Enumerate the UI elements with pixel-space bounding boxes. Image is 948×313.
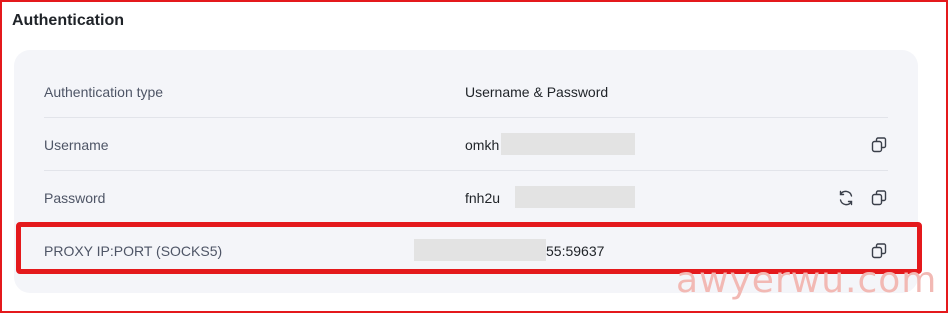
authentication-panel: Authentication type Username & Password … <box>14 50 918 293</box>
auth-type-label: Authentication type <box>44 84 164 100</box>
password-value: fnh2u <box>465 190 501 206</box>
proxy-ip-redaction <box>414 239 546 261</box>
password-row: Password fnh2u <box>44 172 888 224</box>
copy-icon[interactable] <box>870 242 888 260</box>
password-label: Password <box>44 190 106 206</box>
auth-type-row: Authentication type Username & Password <box>44 66 888 118</box>
watermark: awyerwu.com <box>676 260 938 301</box>
copy-icon[interactable] <box>870 189 888 207</box>
username-row: Username omkh <box>44 119 888 171</box>
copy-icon[interactable] <box>870 136 888 154</box>
username-label: Username <box>44 137 109 153</box>
username-value: omkh <box>465 137 500 153</box>
proxy-port-value: 55:59637 <box>546 243 605 259</box>
section-title: Authentication <box>12 12 124 29</box>
auth-type-value: Username & Password <box>465 84 609 100</box>
refresh-icon[interactable] <box>837 189 855 207</box>
proxy-label: PROXY IP:PORT (SOCKS5) <box>44 243 223 259</box>
username-redaction <box>501 133 635 155</box>
password-redaction <box>515 186 635 208</box>
